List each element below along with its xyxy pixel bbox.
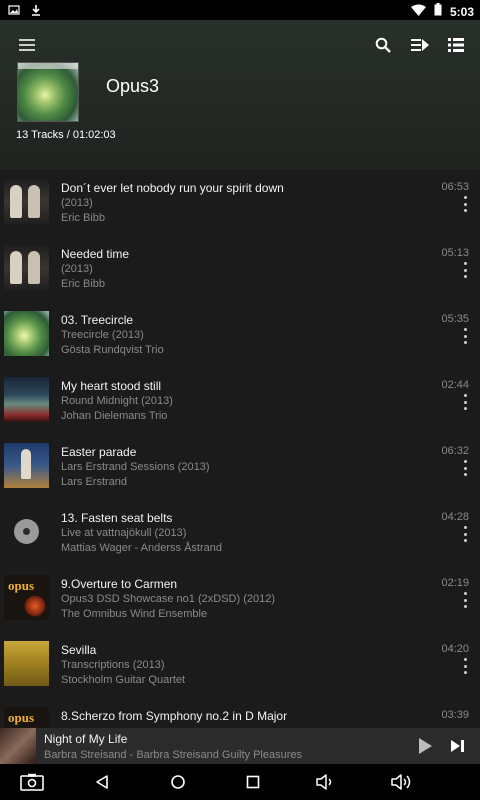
playlist-title: Opus3 bbox=[106, 76, 160, 96]
track-row[interactable]: Sevilla Transcriptions (2013) Stockholm … bbox=[0, 634, 480, 700]
mini-player[interactable]: Night of My Life Barbra Streisand - Barb… bbox=[0, 728, 480, 764]
volume-up-icon[interactable] bbox=[388, 770, 416, 794]
system-nav-bar bbox=[0, 764, 480, 800]
track-album: Round Midnight (2013) bbox=[61, 395, 173, 407]
track-duration: 06:53 bbox=[441, 181, 469, 193]
track-row[interactable]: Needed time (2013) Eric Bibb 05:13 bbox=[0, 238, 480, 304]
track-duration: 04:20 bbox=[441, 643, 469, 655]
track-album: (2013) bbox=[61, 197, 93, 209]
track-title: 9.Overture to Carmen bbox=[61, 577, 178, 591]
menu-icon[interactable] bbox=[16, 34, 38, 56]
track-thumbnail bbox=[4, 179, 49, 224]
opus-logo-text: opus bbox=[8, 578, 35, 593]
playlist-album-art bbox=[17, 62, 79, 122]
track-row[interactable]: opus 9.Overture to Carmen Opus3 DSD Show… bbox=[0, 568, 480, 634]
track-thumbnail bbox=[4, 509, 49, 554]
track-artist: Johan Dielemans Trio bbox=[61, 410, 168, 422]
now-playing-title: Night of My Life bbox=[44, 732, 128, 746]
more-options-icon[interactable] bbox=[459, 526, 471, 542]
track-album: Live at vattnajökull (2013) bbox=[61, 527, 187, 539]
track-thumbnail bbox=[4, 443, 49, 488]
battery-icon bbox=[434, 3, 442, 21]
skip-next-icon[interactable] bbox=[448, 736, 468, 756]
track-thumbnail: opus bbox=[4, 707, 49, 728]
track-title: 03. Treecircle bbox=[61, 313, 134, 327]
track-row[interactable]: 13. Fasten seat belts Live at vattnajöku… bbox=[0, 502, 480, 568]
volume-down-icon[interactable] bbox=[312, 770, 340, 794]
now-playing-art bbox=[0, 728, 36, 764]
track-row[interactable]: opus 8.Scherzo from Symphony no.2 in D M… bbox=[0, 700, 480, 728]
track-list[interactable]: Don´t ever let nobody run your spirit do… bbox=[0, 172, 480, 728]
track-title: My heart stood still bbox=[61, 379, 162, 393]
more-options-icon[interactable] bbox=[459, 394, 471, 410]
track-title: Don´t ever let nobody run your spirit do… bbox=[61, 181, 284, 195]
track-thumbnail bbox=[4, 377, 49, 422]
playlist-header: Opus3 13 Tracks / 01:02:03 bbox=[0, 20, 480, 170]
track-album: Opus3 DSD Showcase no1 (2xDSD) (2012) bbox=[61, 593, 275, 605]
track-artist: Eric Bibb bbox=[61, 212, 106, 224]
more-options-icon[interactable] bbox=[459, 196, 471, 212]
track-duration: 03:39 bbox=[441, 709, 469, 721]
track-title: 8.Scherzo from Symphony no.2 in D Major bbox=[61, 709, 288, 723]
track-artist: Stockholm Guitar Quartet bbox=[61, 674, 186, 686]
track-artist: The Omnibus Wind Ensemble bbox=[61, 608, 208, 620]
track-title: 13. Fasten seat belts bbox=[61, 511, 173, 525]
track-thumbnail bbox=[4, 311, 49, 356]
disc-icon bbox=[14, 519, 39, 544]
track-album: Lars Erstrand Sessions (2013) bbox=[61, 461, 210, 473]
track-row[interactable]: My heart stood still Round Midnight (201… bbox=[0, 370, 480, 436]
track-duration: 02:19 bbox=[441, 577, 469, 589]
more-options-icon[interactable] bbox=[459, 262, 471, 278]
opus-logo-text: opus bbox=[8, 710, 35, 725]
wifi-icon bbox=[410, 3, 426, 21]
track-thumbnail bbox=[4, 245, 49, 290]
track-artist: Mattias Wager - Anderss Åstrand bbox=[61, 542, 222, 554]
more-options-icon[interactable] bbox=[459, 658, 471, 674]
more-options-icon[interactable] bbox=[459, 460, 471, 476]
home-icon[interactable] bbox=[164, 770, 192, 794]
track-title: Needed time bbox=[61, 247, 130, 261]
track-thumbnail bbox=[4, 641, 49, 686]
recents-icon[interactable] bbox=[239, 770, 267, 794]
more-options-icon[interactable] bbox=[459, 592, 471, 608]
track-duration: 02:44 bbox=[441, 379, 469, 391]
track-album: Treecircle (2013) bbox=[61, 329, 144, 341]
search-icon[interactable] bbox=[372, 34, 394, 56]
track-artist: Eric Bibb bbox=[61, 278, 106, 290]
track-duration: 05:35 bbox=[441, 313, 469, 325]
list-view-icon[interactable] bbox=[445, 34, 467, 56]
track-album: (2013) bbox=[61, 263, 93, 275]
download-icon bbox=[30, 3, 42, 21]
play-icon[interactable] bbox=[415, 736, 435, 756]
track-title: Sevilla bbox=[61, 643, 97, 657]
track-duration: 04:28 bbox=[441, 511, 469, 523]
track-album: Transcriptions (2013) bbox=[61, 659, 165, 671]
track-title: Easter parade bbox=[61, 445, 137, 459]
track-row[interactable]: 03. Treecircle Treecircle (2013) Gösta R… bbox=[0, 304, 480, 370]
status-time: 5:03 bbox=[449, 5, 474, 19]
more-options-icon[interactable] bbox=[459, 328, 471, 344]
track-row[interactable]: Easter parade Lars Erstrand Sessions (20… bbox=[0, 436, 480, 502]
track-duration: 05:13 bbox=[441, 247, 469, 259]
track-thumbnail: opus bbox=[4, 575, 49, 620]
back-icon[interactable] bbox=[88, 770, 116, 794]
track-row[interactable]: Don´t ever let nobody run your spirit do… bbox=[0, 172, 480, 238]
now-playing-subtitle: Barbra Streisand - Barbra Streisand Guil… bbox=[44, 749, 303, 761]
play-queue-icon[interactable] bbox=[409, 34, 431, 56]
screenshot-icon[interactable] bbox=[18, 770, 46, 794]
image-icon bbox=[8, 3, 20, 21]
track-duration: 06:32 bbox=[441, 445, 469, 457]
track-summary: 13 Tracks / 01:02:03 bbox=[16, 129, 116, 141]
status-bar: 5:03 bbox=[0, 0, 480, 20]
track-artist: Gösta Rundqvist Trio bbox=[61, 344, 164, 356]
track-artist: Lars Erstrand bbox=[61, 476, 128, 488]
